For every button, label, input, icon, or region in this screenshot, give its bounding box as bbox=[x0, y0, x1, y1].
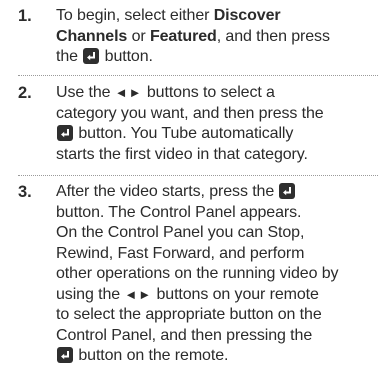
enter-button-icon bbox=[83, 48, 100, 64]
enter-button-icon bbox=[57, 125, 73, 141]
step-number: 1. bbox=[18, 7, 32, 25]
step-text: To begin, select either Discover Channel… bbox=[56, 7, 330, 65]
step-number: 2. bbox=[18, 84, 32, 102]
step-text: Use the ◄► buttons to select a category … bbox=[56, 84, 324, 163]
enter-button-icon bbox=[57, 347, 73, 363]
step-divider bbox=[18, 175, 378, 176]
step-text: After the video starts, press the button… bbox=[56, 183, 339, 364]
step-divider bbox=[18, 75, 378, 76]
left-right-arrows-icon: ◄► bbox=[114, 85, 143, 100]
left-right-arrows-icon: ◄► bbox=[124, 286, 153, 302]
enter-button-icon bbox=[279, 183, 296, 199]
step-number: 3. bbox=[18, 183, 32, 201]
